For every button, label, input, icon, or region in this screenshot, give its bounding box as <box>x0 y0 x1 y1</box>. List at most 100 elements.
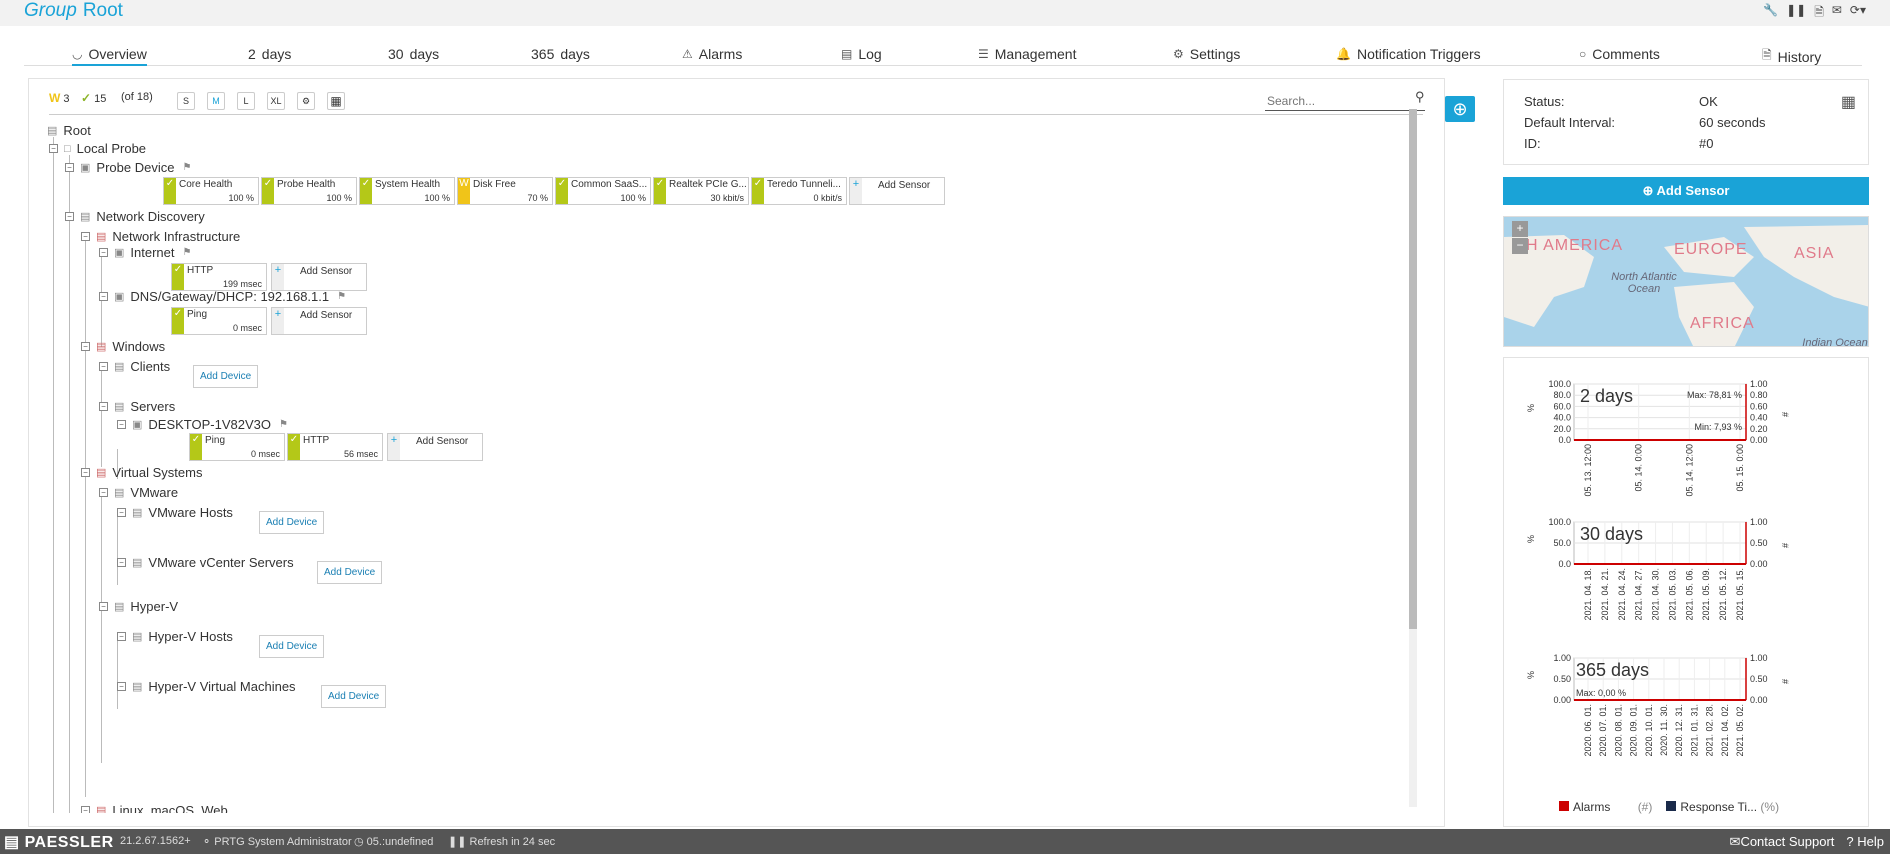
zoom-out-icon[interactable]: − <box>1512 238 1528 254</box>
size-l-button[interactable]: L <box>237 92 255 110</box>
sensor-tile[interactable]: ✓ Core Health 100 % <box>163 177 259 205</box>
collapse-icon[interactable]: − <box>99 602 108 611</box>
sensor-tile[interactable]: W Disk Free 70 % <box>457 177 553 205</box>
search-input[interactable] <box>1265 91 1425 111</box>
flag-icon[interactable]: ⚑ <box>337 291 346 302</box>
flag-icon[interactable]: ⚑ <box>182 162 191 173</box>
add-device-button[interactable]: Add Device <box>193 365 259 388</box>
document-icon[interactable]: 🗎 <box>1814 3 1824 24</box>
tree-node-network-discovery[interactable]: − ▤ Network Discovery <box>65 209 205 224</box>
tree-node-hyperv[interactable]: − ▤ Hyper-V <box>99 599 178 614</box>
tree-node-clients[interactable]: − ▤ Clients <box>99 359 170 374</box>
geo-map[interactable]: H AMERICA EUROPE ASIA AFRICA North Atlan… <box>1503 216 1869 347</box>
sensor-tile[interactable]: ✓ System Health 100 % <box>359 177 455 205</box>
add-device-button[interactable]: Add Device <box>259 635 325 658</box>
size-s-button[interactable]: S <box>177 92 195 110</box>
add-sensor-button[interactable]: + Add Sensor <box>271 263 367 291</box>
tab-comments[interactable]: ○ Comments <box>1579 46 1660 62</box>
tree-node-virtual-systems[interactable]: − ▤ Virtual Systems <box>81 465 202 480</box>
collapse-icon[interactable]: − <box>99 402 108 411</box>
flag-icon[interactable]: ⚑ <box>183 247 192 258</box>
contact-support-link[interactable]: ✉Contact Support <box>1730 834 1835 850</box>
collapse-icon[interactable]: − <box>65 212 74 221</box>
tab-history[interactable]: 🗎 History <box>1762 46 1821 67</box>
add-sensor-button[interactable]: + Add Sensor <box>387 433 483 461</box>
tree-node-desktop[interactable]: − ▣ DESKTOP-1V82V3O ⚑ <box>117 417 288 432</box>
sensor-tile[interactable]: ✓ HTTP 56 msec <box>287 433 383 461</box>
collapse-icon[interactable]: − <box>81 806 90 813</box>
tree-node-local-probe[interactable]: − □ Local Probe <box>49 141 146 156</box>
size-m-button[interactable]: M <box>207 92 225 110</box>
wrench-icon[interactable]: 🔧 <box>1763 3 1778 24</box>
size-xl-button[interactable]: XL <box>267 92 285 110</box>
collapse-icon[interactable]: − <box>117 682 126 691</box>
collapse-icon[interactable]: − <box>99 292 108 301</box>
tab-overview[interactable]: ◡ Overview <box>72 46 147 66</box>
tab-365-days[interactable]: 365 days <box>531 46 590 62</box>
settings-view-icon[interactable]: ⚙ <box>297 92 315 110</box>
add-device-button[interactable]: Add Device <box>317 561 383 584</box>
sensor-tile[interactable]: ✓ Ping 0 msec <box>189 433 285 461</box>
help-link[interactable]: ? Help <box>1846 834 1884 850</box>
collapse-icon[interactable]: − <box>99 362 108 371</box>
collapse-icon[interactable]: − <box>81 468 90 477</box>
sensor-tile[interactable]: ✓ Probe Health 100 % <box>261 177 357 205</box>
collapse-icon[interactable]: − <box>99 248 108 257</box>
collapse-icon[interactable]: − <box>117 632 126 641</box>
collapse-icon[interactable]: − <box>81 232 90 241</box>
tab-alarms[interactable]: ⚠ Alarms <box>682 46 742 62</box>
sensor-tile[interactable]: ✓ Ping 0 msec <box>171 307 267 335</box>
tree-node-hyperv-vms[interactable]: − ▤ Hyper-V Virtual Machines <box>117 679 296 694</box>
user-item[interactable]: ⚬ PRTG System Administrator <box>202 835 352 848</box>
add-object-button[interactable]: ⊕ <box>1445 96 1475 122</box>
tab-log[interactable]: ▤ Log <box>841 46 882 62</box>
tab-notification-triggers[interactable]: 🔔 Notification Triggers <box>1336 46 1481 62</box>
flag-icon[interactable]: ⚑ <box>279 419 288 430</box>
tree-node-vcenter[interactable]: − ▤ VMware vCenter Servers <box>117 555 294 570</box>
add-device-button[interactable]: Add Device <box>259 511 325 534</box>
legend-item-alarms[interactable]: Alarms (#) <box>1559 800 1652 814</box>
qr-code-icon[interactable]: ▦ <box>1841 92 1856 112</box>
tree-node-internet[interactable]: − ▣ Internet ⚑ <box>99 245 191 260</box>
tree-node-servers[interactable]: − ▤ Servers <box>99 399 175 414</box>
collapse-icon[interactable]: − <box>81 342 90 351</box>
tab-settings[interactable]: ⚙ Settings <box>1173 46 1240 62</box>
add-device-button[interactable]: Add Device <box>321 685 387 708</box>
add-sensor-button[interactable]: + Add Sensor <box>849 177 945 205</box>
tab-2-days[interactable]: 2 days <box>248 46 291 62</box>
collapse-icon[interactable]: − <box>49 144 58 153</box>
legend-item-response-time[interactable]: Response Ti... (%) <box>1666 800 1779 814</box>
mail-icon[interactable]: ✉ <box>1832 3 1842 24</box>
tree-node-cut-off[interactable]: − ▤ Linux, macOS, Web... <box>81 803 239 813</box>
add-sensor-primary-button[interactable]: ⊕ Add Sensor <box>1503 177 1869 205</box>
tree-node-hyperv-hosts[interactable]: − ▤ Hyper-V Hosts <box>117 629 233 644</box>
tree-node-vmware[interactable]: − ▤ VMware <box>99 485 178 500</box>
tab-30-days[interactable]: 30 days <box>388 46 439 62</box>
grid-view-icon[interactable]: ▦ <box>327 92 345 110</box>
collapse-icon[interactable]: − <box>99 488 108 497</box>
tree-node-vmware-hosts[interactable]: − ▤ VMware Hosts <box>117 505 233 520</box>
tree-node-windows[interactable]: − ▤ Windows <box>81 339 165 354</box>
pause-icon[interactable]: ❚❚ <box>1786 3 1806 24</box>
refresh-item[interactable]: ❚❚ Refresh in 24 sec <box>448 835 555 848</box>
tree-node-dns-gateway[interactable]: − ▣ DNS/Gateway/DHCP: 192.168.1.1 ⚑ <box>99 289 346 304</box>
collapse-icon[interactable]: − <box>65 163 74 172</box>
ok-count[interactable]: ✓ 15 <box>81 91 106 105</box>
tree-scrollbar[interactable] <box>1409 109 1417 807</box>
refresh-icon[interactable]: ⟳▾ <box>1850 3 1866 24</box>
tree-node-probe-device[interactable]: − ▣ Probe Device ⚑ <box>65 160 191 175</box>
collapse-icon[interactable]: − <box>117 420 126 429</box>
tree-node-network-infrastructure[interactable]: − ▤ Network Infrastructure <box>81 229 240 244</box>
sensor-tile[interactable]: ✓ Teredo Tunneli... 0 kbit/s <box>751 177 847 205</box>
scrollbar-thumb[interactable] <box>1409 109 1417 629</box>
collapse-icon[interactable]: − <box>117 508 126 517</box>
warning-count[interactable]: W 3 <box>49 91 70 105</box>
tree-node-root[interactable]: ▤ Root <box>47 123 91 138</box>
search-icon[interactable]: ⚲ <box>1415 89 1425 105</box>
sensor-tile[interactable]: ✓ Common SaaS... 100 % <box>555 177 651 205</box>
add-sensor-button[interactable]: + Add Sensor <box>271 307 367 335</box>
zoom-in-icon[interactable]: + <box>1512 221 1528 237</box>
sensor-tile[interactable]: ✓ HTTP 199 msec <box>171 263 267 291</box>
sensor-tile[interactable]: ✓ Realtek PCIe G... 30 kbit/s <box>653 177 749 205</box>
tab-management[interactable]: ☰ Management <box>978 46 1076 62</box>
